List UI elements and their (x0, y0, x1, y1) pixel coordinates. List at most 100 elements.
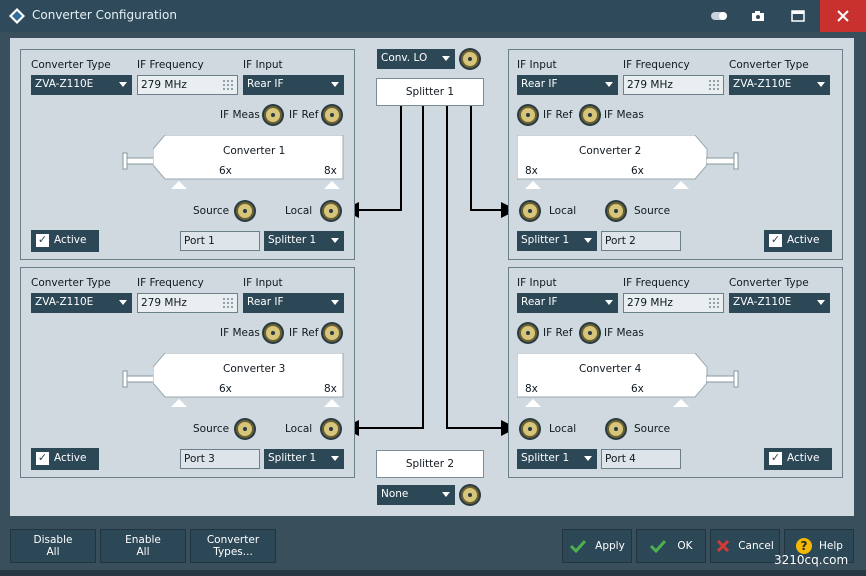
checkmark-icon (570, 539, 587, 553)
converter-type-label: Converter Type (31, 59, 111, 71)
if-ref-label: IF Ref (543, 109, 573, 121)
splitter-dropdown[interactable]: Splitter 1 (264, 449, 344, 469)
port-field: Port 1 (180, 231, 260, 251)
checkmark-icon: ✓ (36, 233, 49, 247)
source-label: Source (634, 423, 671, 435)
active-checkbox[interactable]: ✓ Active (764, 230, 832, 252)
conv-lo-connector-icon (459, 48, 481, 70)
local-connector-icon (320, 418, 342, 440)
if-input-dropdown[interactable]: Rear IF (517, 75, 618, 95)
if-meas-label: IF Meas (604, 109, 644, 121)
keypad-icon[interactable] (708, 297, 720, 309)
if-ref-connector-icon (517, 104, 539, 126)
converter-type-label: Converter Type (729, 59, 809, 71)
port-field: Port 3 (180, 449, 260, 469)
camera-icon (752, 11, 764, 21)
converter-body-shape (517, 353, 708, 398)
if-input-dropdown[interactable]: Rear IF (243, 75, 344, 95)
port-field: Port 2 (601, 231, 681, 251)
local-label: Local (285, 205, 313, 217)
conv-lo-dropdown[interactable]: Conv. LO (377, 49, 455, 69)
converter-name: Converter 4 (579, 363, 642, 375)
toggle-button[interactable] (700, 0, 740, 32)
maximize-button[interactable] (778, 0, 818, 32)
converter-type-dropdown[interactable]: ZVA-Z110E (31, 293, 132, 313)
converter-types-button[interactable]: Converter Types... (190, 529, 276, 563)
foot-right (324, 399, 340, 407)
active-checkbox[interactable]: ✓ Active (31, 448, 99, 470)
converter-3-panel: Converter Type IF Frequency IF Input ZVA… (20, 267, 355, 478)
splitter-2-source-dropdown[interactable]: None (377, 485, 455, 505)
keypad-icon[interactable] (222, 297, 234, 309)
if-ref-connector-icon (517, 322, 539, 344)
foot-left (171, 181, 187, 189)
checkmark-icon (650, 539, 667, 553)
if-frequency-input[interactable]: 279 MHz (623, 293, 724, 313)
converter-body-shape (153, 353, 344, 398)
local-label: Local (285, 423, 313, 435)
converter-name: Converter 2 (579, 145, 642, 157)
if-frequency-label: IF Frequency (137, 59, 204, 71)
foot-right (324, 181, 340, 189)
splitter-dropdown[interactable]: Splitter 1 (517, 449, 597, 469)
local-label: Local (549, 423, 577, 435)
svg-text:?: ? (801, 539, 808, 553)
splitter-dropdown[interactable]: Splitter 1 (517, 231, 597, 251)
keypad-icon[interactable] (222, 79, 234, 91)
close-icon (837, 10, 849, 22)
if-meas-label: IF Meas (604, 327, 644, 339)
button-bar: Disable All Enable All Converter Types..… (0, 518, 866, 576)
foot-right (673, 399, 689, 407)
window-title: Converter Configuration (32, 8, 177, 22)
multiplier-left: 8x (525, 383, 538, 395)
waveguide-port-icon (122, 152, 155, 170)
splitter-dropdown[interactable]: Splitter 1 (264, 231, 344, 251)
enable-all-button[interactable]: Enable All (100, 529, 186, 563)
if-meas-label: IF Meas (220, 327, 260, 339)
converter-body-shape (153, 135, 344, 180)
if-meas-label: IF Meas (220, 109, 260, 121)
converter-name: Converter 1 (223, 145, 286, 157)
converter-body-shape (517, 135, 708, 180)
if-meas-connector-icon (262, 322, 284, 344)
cancel-x-icon (717, 539, 730, 553)
waveguide-port-icon (706, 370, 739, 388)
apply-button[interactable]: Apply (562, 529, 632, 563)
foot-left (171, 399, 187, 407)
checkmark-icon: ✓ (769, 233, 782, 247)
splitter-2-connector-icon (459, 484, 481, 506)
converter-1-panel: Converter Type IF Frequency IF Input ZVA… (20, 49, 355, 260)
converter-type-dropdown[interactable]: ZVA-Z110E (729, 75, 830, 95)
if-frequency-input[interactable]: 279 MHz (137, 293, 238, 313)
rohde-schwarz-logo-icon (9, 8, 25, 24)
close-button[interactable] (820, 0, 866, 32)
foot-left (525, 181, 541, 189)
if-input-dropdown[interactable]: Rear IF (517, 293, 618, 313)
if-input-dropdown[interactable]: Rear IF (243, 293, 344, 313)
screenshot-button[interactable] (738, 0, 778, 32)
disable-all-button[interactable]: Disable All (10, 529, 96, 563)
if-frequency-input[interactable]: 279 MHz (623, 75, 724, 95)
converter-type-dropdown[interactable]: ZVA-Z110E (729, 293, 830, 313)
converter-type-dropdown[interactable]: ZVA-Z110E (31, 75, 132, 95)
source-label: Source (193, 423, 230, 435)
active-checkbox[interactable]: ✓ Active (764, 448, 832, 470)
maximize-icon (791, 10, 805, 22)
if-input-label: IF Input (243, 59, 283, 71)
source-connector-icon (605, 200, 627, 222)
local-connector-icon (320, 200, 342, 222)
source-connector-icon (605, 418, 627, 440)
source-connector-icon (234, 200, 256, 222)
waveguide-port-icon (122, 370, 155, 388)
title-bar: Converter Configuration (0, 0, 866, 32)
cancel-button[interactable]: Cancel (710, 529, 780, 563)
ok-button[interactable]: OK (636, 529, 706, 563)
keypad-icon[interactable] (708, 79, 720, 91)
multiplier-left: 6x (219, 383, 232, 395)
if-ref-label: IF Ref (289, 109, 319, 121)
active-checkbox[interactable]: ✓ Active (31, 230, 99, 252)
if-frequency-input[interactable]: 279 MHz (137, 75, 238, 95)
foot-right (673, 181, 689, 189)
multiplier-right: 6x (631, 165, 644, 177)
local-connector-icon (519, 200, 541, 222)
